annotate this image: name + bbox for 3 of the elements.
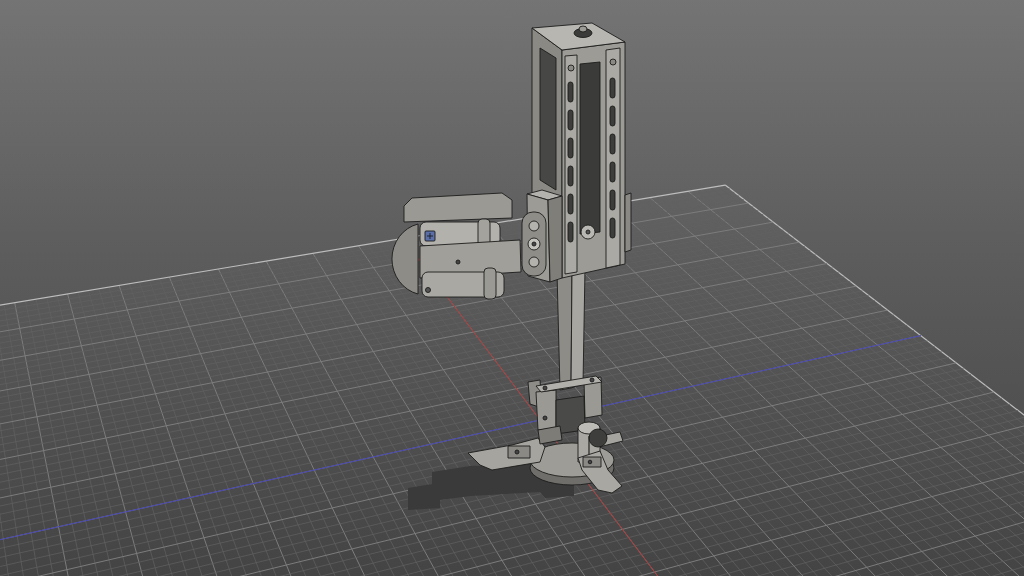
base-foot bbox=[577, 450, 623, 494]
plus-sign-icon bbox=[424, 230, 436, 242]
link-bracket bbox=[521, 211, 547, 277]
